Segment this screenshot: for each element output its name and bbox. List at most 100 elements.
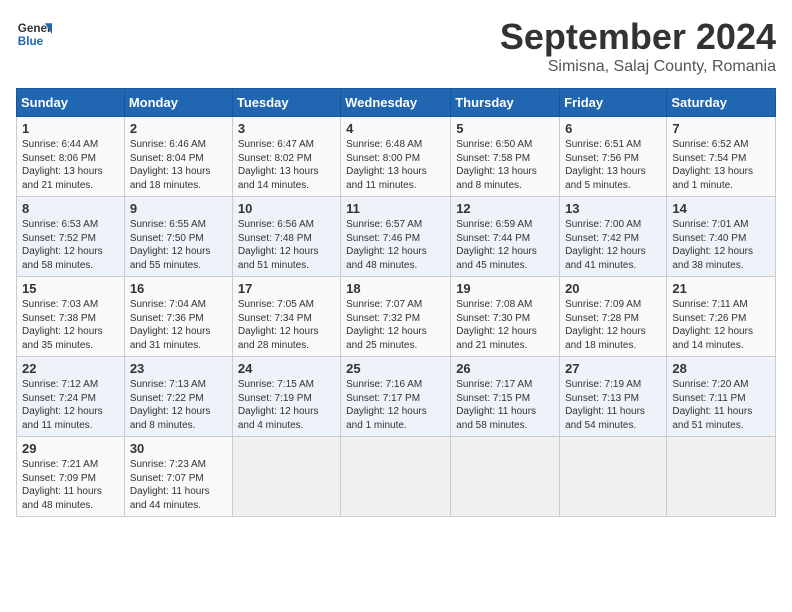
day-number: 20	[565, 281, 661, 296]
calendar-day-30: 30 Sunrise: 7:23 AMSunset: 7:07 PMDayligh…	[124, 437, 232, 517]
col-monday: Monday	[124, 89, 232, 117]
day-info: Sunrise: 6:57 AMSunset: 7:46 PMDaylight:…	[346, 218, 445, 272]
svg-text:Blue: Blue	[18, 35, 44, 48]
day-info: Sunrise: 6:55 AMSunset: 7:50 PMDaylight:…	[130, 218, 227, 272]
calendar-day-8: 8Sunrise: 6:53 AMSunset: 7:52 PMDaylight…	[17, 197, 125, 277]
day-number: 16	[130, 281, 227, 296]
day-info: Sunrise: 6:48 AMSunset: 8:00 PMDaylight:…	[346, 138, 445, 192]
day-info: Sunrise: 7:08 AMSunset: 7:30 PMDaylight:…	[456, 298, 554, 352]
day-info: Sunrise: 7:00 AMSunset: 7:42 PMDaylight:…	[565, 218, 661, 272]
day-info: Sunrise: 7:11 AMSunset: 7:26 PMDaylight:…	[672, 298, 770, 352]
calendar-week-row: 15 Sunrise: 7:03 AMSunset: 7:38 PMDayligh…	[17, 277, 776, 357]
day-info: Sunrise: 6:56 AMSunset: 7:48 PMDaylight:…	[238, 218, 335, 272]
day-number: 22	[22, 361, 119, 376]
day-number: 3	[238, 121, 335, 136]
day-info: Sunrise: 7:19 AMSunset: 7:13 PMDaylight:…	[565, 378, 661, 432]
calendar-day-27: 27 Sunrise: 7:19 AMSunset: 7:13 PMDayligh…	[560, 357, 667, 437]
calendar-day-24: 24Sunrise: 7:15 AMSunset: 7:19 PMDayligh…	[232, 357, 340, 437]
calendar-empty	[560, 437, 667, 517]
day-info: Sunrise: 7:23 AMSunset: 7:07 PMDaylight:…	[130, 458, 227, 512]
calendar-day-29: 29 Sunrise: 7:21 AMSunset: 7:09 PMDayligh…	[17, 437, 125, 517]
day-number: 21	[672, 281, 770, 296]
calendar-day-16: 16 Sunrise: 7:04 AMSunset: 7:36 PMDayligh…	[124, 277, 232, 357]
calendar-day-12: 12Sunrise: 6:59 AMSunset: 7:44 PMDayligh…	[451, 197, 560, 277]
calendar-day-13: 13 Sunrise: 7:00 AMSunset: 7:42 PMDayligh…	[560, 197, 667, 277]
col-thursday: Thursday	[451, 89, 560, 117]
day-info: Sunrise: 6:51 AMSunset: 7:56 PMDaylight:…	[565, 138, 661, 192]
day-number: 18	[346, 281, 445, 296]
day-info: Sunrise: 7:12 AMSunset: 7:24 PMDaylight:…	[22, 378, 119, 432]
day-number: 10	[238, 201, 335, 216]
calendar-day-22: 22 Sunrise: 7:12 AMSunset: 7:24 PMDayligh…	[17, 357, 125, 437]
calendar-week-row: 29 Sunrise: 7:21 AMSunset: 7:09 PMDayligh…	[17, 437, 776, 517]
day-number: 9	[130, 201, 227, 216]
day-number: 15	[22, 281, 119, 296]
day-info: Sunrise: 7:17 AMSunset: 7:15 PMDaylight:…	[456, 378, 554, 432]
logo-icon: General Blue	[16, 16, 52, 52]
page-header: General Blue GeneralBlue September 2024 …	[16, 16, 776, 76]
day-info: Sunrise: 7:05 AMSunset: 7:34 PMDaylight:…	[238, 298, 335, 352]
day-number: 2	[130, 121, 227, 136]
col-wednesday: Wednesday	[341, 89, 451, 117]
day-info: Sunrise: 6:44 AMSunset: 8:06 PMDaylight:…	[22, 138, 119, 192]
calendar-empty	[451, 437, 560, 517]
day-number: 30	[130, 441, 227, 456]
day-number: 4	[346, 121, 445, 136]
day-number: 25	[346, 361, 445, 376]
col-saturday: Saturday	[667, 89, 776, 117]
day-number: 1	[22, 121, 119, 136]
col-tuesday: Tuesday	[232, 89, 340, 117]
col-friday: Friday	[560, 89, 667, 117]
day-number: 13	[565, 201, 661, 216]
calendar-day-11: 11 Sunrise: 6:57 AMSunset: 7:46 PMDayligh…	[341, 197, 451, 277]
calendar-empty	[667, 437, 776, 517]
calendar-day-6: 6 Sunrise: 6:51 AMSunset: 7:56 PMDaylight…	[560, 117, 667, 197]
calendar-day-10: 10 Sunrise: 6:56 AMSunset: 7:48 PMDayligh…	[232, 197, 340, 277]
calendar-day-4: 4 Sunrise: 6:48 AMSunset: 8:00 PMDaylight…	[341, 117, 451, 197]
day-info: Sunrise: 7:15 AMSunset: 7:19 PMDaylight:…	[238, 378, 335, 432]
day-number: 14	[672, 201, 770, 216]
calendar-day-20: 20 Sunrise: 7:09 AMSunset: 7:28 PMDayligh…	[560, 277, 667, 357]
calendar-week-row: 8Sunrise: 6:53 AMSunset: 7:52 PMDaylight…	[17, 197, 776, 277]
day-info: Sunrise: 6:52 AMSunset: 7:54 PMDaylight:…	[672, 138, 770, 192]
calendar-day-26: 26 Sunrise: 7:17 AMSunset: 7:15 PMDayligh…	[451, 357, 560, 437]
day-number: 6	[565, 121, 661, 136]
calendar-week-row: 1 Sunrise: 6:44 AMSunset: 8:06 PMDaylight…	[17, 117, 776, 197]
calendar-day-18: 18 Sunrise: 7:07 AMSunset: 7:32 PMDayligh…	[341, 277, 451, 357]
day-info: Sunrise: 6:53 AMSunset: 7:52 PMDaylight:…	[22, 218, 119, 272]
day-info: Sunrise: 6:46 AMSunset: 8:04 PMDaylight:…	[130, 138, 227, 192]
day-info: Sunrise: 7:20 AMSunset: 7:11 PMDaylight:…	[672, 378, 770, 432]
calendar-day-14: 14Sunrise: 7:01 AMSunset: 7:40 PMDayligh…	[667, 197, 776, 277]
day-info: Sunrise: 7:16 AMSunset: 7:17 PMDaylight:…	[346, 378, 445, 432]
calendar-day-15: 15 Sunrise: 7:03 AMSunset: 7:38 PMDayligh…	[17, 277, 125, 357]
day-number: 11	[346, 201, 445, 216]
day-info: Sunrise: 6:50 AMSunset: 7:58 PMDaylight:…	[456, 138, 554, 192]
day-info: Sunrise: 7:21 AMSunset: 7:09 PMDaylight:…	[22, 458, 119, 512]
day-number: 7	[672, 121, 770, 136]
day-number: 17	[238, 281, 335, 296]
calendar-empty	[341, 437, 451, 517]
calendar-table: Sunday Monday Tuesday Wednesday Thursday…	[16, 88, 776, 517]
day-number: 27	[565, 361, 661, 376]
calendar-day-19: 19Sunrise: 7:08 AMSunset: 7:30 PMDayligh…	[451, 277, 560, 357]
col-sunday: Sunday	[17, 89, 125, 117]
calendar-day-7: 7 Sunrise: 6:52 AMSunset: 7:54 PMDaylight…	[667, 117, 776, 197]
logo: General Blue GeneralBlue	[16, 16, 52, 52]
day-info: Sunrise: 7:07 AMSunset: 7:32 PMDaylight:…	[346, 298, 445, 352]
day-info: Sunrise: 7:09 AMSunset: 7:28 PMDaylight:…	[565, 298, 661, 352]
day-info: Sunrise: 7:04 AMSunset: 7:36 PMDaylight:…	[130, 298, 227, 352]
calendar-subtitle: Simisna, Salaj County, Romania	[500, 58, 776, 76]
calendar-week-row: 22 Sunrise: 7:12 AMSunset: 7:24 PMDayligh…	[17, 357, 776, 437]
calendar-header-row: Sunday Monday Tuesday Wednesday Thursday…	[17, 89, 776, 117]
day-info: Sunrise: 7:03 AMSunset: 7:38 PMDaylight:…	[22, 298, 119, 352]
calendar-day-28: 28 Sunrise: 7:20 AMSunset: 7:11 PMDayligh…	[667, 357, 776, 437]
calendar-empty	[232, 437, 340, 517]
day-number: 28	[672, 361, 770, 376]
calendar-day-23: 23Sunrise: 7:13 AMSunset: 7:22 PMDayligh…	[124, 357, 232, 437]
calendar-day-2: 2 Sunrise: 6:46 AMSunset: 8:04 PMDaylight…	[124, 117, 232, 197]
title-block: September 2024 Simisna, Salaj County, Ro…	[500, 16, 776, 76]
calendar-day-17: 17 Sunrise: 7:05 AMSunset: 7:34 PMDayligh…	[232, 277, 340, 357]
day-number: 29	[22, 441, 119, 456]
calendar-day-21: 21 Sunrise: 7:11 AMSunset: 7:26 PMDayligh…	[667, 277, 776, 357]
day-number: 26	[456, 361, 554, 376]
